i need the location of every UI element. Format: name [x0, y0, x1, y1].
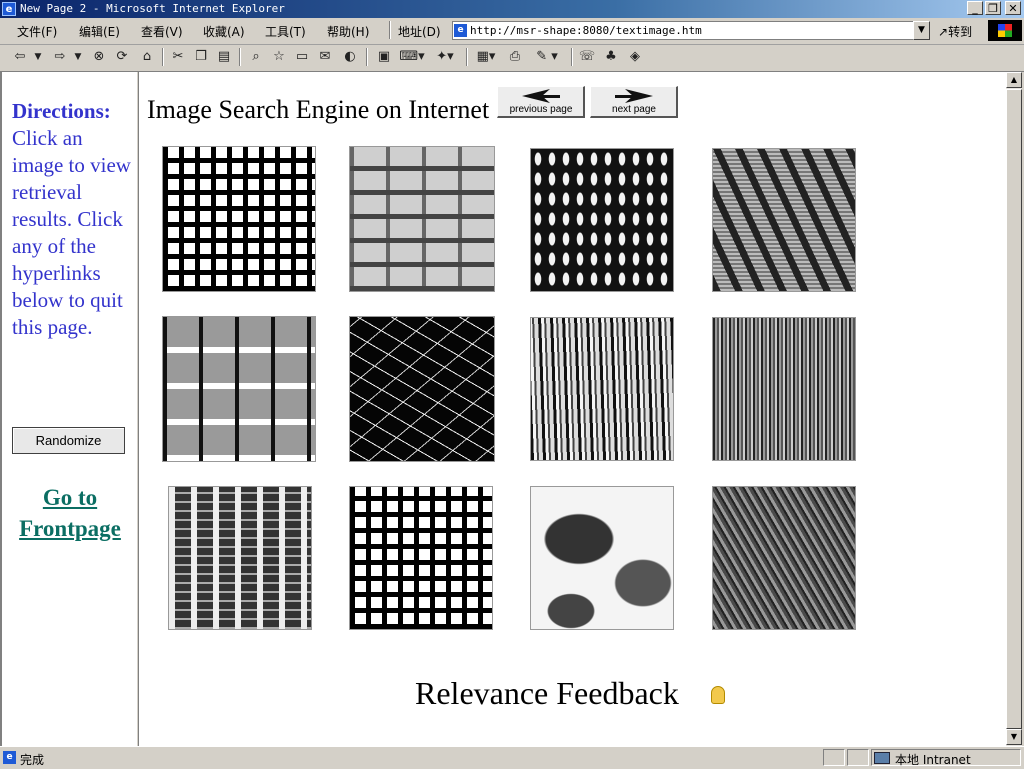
research-icon[interactable]: ◈ [625, 47, 645, 67]
relevance-feedback-link[interactable]: Relevance Feedback [415, 675, 679, 712]
windows-logo-throbber [988, 20, 1022, 41]
texture-thumbnail[interactable] [162, 146, 316, 292]
page-status-icon: e [3, 751, 16, 764]
menu-bar: 文件(F) 编辑(E) 查看(V) 收藏(A) 工具(T) 帮助(H) 地址(D… [0, 18, 1024, 45]
status-panel [823, 749, 845, 766]
go-arrow-icon: ↗ [938, 25, 949, 39]
address-label: 地址(D) [398, 25, 441, 39]
address-dropdown-button[interactable]: ▼ [913, 21, 930, 40]
address-input[interactable] [470, 22, 910, 39]
history-icon[interactable]: ▭ [292, 47, 312, 67]
page-icon: e [454, 24, 467, 37]
menu-file[interactable]: 文件(F) [17, 23, 57, 40]
status-text: 完成 [20, 753, 45, 767]
texture-thumbnail[interactable] [162, 316, 316, 462]
toolbar-separator [466, 48, 468, 66]
texture-thumbnail[interactable] [530, 148, 674, 292]
go-label: 转到 [948, 25, 973, 39]
stop-icon[interactable]: ⊗ [89, 47, 109, 67]
texture-thumbnail[interactable] [530, 486, 674, 630]
encoding-icon[interactable]: ⌨▾ [398, 47, 426, 67]
menu-tools[interactable]: 工具(T) [265, 23, 306, 40]
texture-thumbnail[interactable] [712, 148, 856, 292]
windows-logo-icon [998, 24, 1012, 37]
status-bar: e 完成 本地 Intranet [0, 746, 1024, 769]
media-icon[interactable]: ◐ [340, 47, 360, 67]
previous-page-button[interactable]: previous page [497, 86, 585, 118]
menu-view[interactable]: 查看(V) [141, 23, 183, 40]
language-icon[interactable]: ✦▾ [430, 47, 460, 67]
cut-icon[interactable]: ✂ [168, 47, 188, 67]
texture-thumbnail[interactable] [712, 317, 856, 461]
favorites-icon[interactable]: ☆ [269, 47, 289, 67]
search-icon[interactable]: ⌕ [246, 47, 266, 67]
menu-help[interactable]: 帮助(H) [327, 23, 369, 40]
scroll-thumb[interactable] [1006, 89, 1022, 729]
texture-thumbnail[interactable] [712, 486, 856, 630]
back-icon[interactable]: ⇦ [10, 47, 30, 67]
scroll-up-button[interactable]: ▲ [1006, 72, 1022, 88]
toolbar-separator [239, 48, 241, 66]
paste-icon[interactable]: ▤ [214, 47, 234, 67]
content-frame: Image Search Engine on Internet previous… [139, 72, 1005, 746]
print-icon[interactable]: ⎙ [505, 47, 525, 67]
menu-edit[interactable]: 编辑(E) [79, 23, 120, 40]
left-arrow-icon [522, 89, 560, 103]
next-page-label: next page [612, 104, 656, 115]
minimize-button[interactable]: _ [967, 1, 983, 15]
vertical-scrollbar[interactable]: ▲ ▼ [1005, 72, 1022, 746]
copy-icon[interactable]: ❐ [191, 47, 211, 67]
status-panel [847, 749, 869, 766]
texture-thumbnail[interactable] [530, 317, 674, 461]
toolbar-separator [366, 48, 368, 66]
feedback-figure-icon[interactable] [711, 686, 725, 704]
directions-text: Directions: Click an image to view retri… [12, 98, 136, 341]
forward-dropdown-icon[interactable]: ▼ [72, 47, 84, 67]
randomize-button[interactable]: Randomize [12, 427, 125, 454]
frontpage-link[interactable]: Go to Frontpage [6, 482, 134, 544]
directions-body: Click an image to view retrieval results… [12, 126, 131, 339]
texture-thumbnail[interactable] [349, 486, 493, 630]
scroll-down-button[interactable]: ▼ [1006, 729, 1022, 745]
texture-thumbnail[interactable] [349, 316, 495, 462]
page-title: Image Search Engine on Internet [147, 95, 490, 124]
title-bar: e New Page 2 - Microsoft Internet Explor… [0, 0, 1024, 18]
restore-button[interactable]: ❐ [985, 1, 1001, 15]
texture-thumbnail[interactable] [168, 486, 312, 630]
refresh-icon[interactable]: ⟳ [112, 47, 132, 67]
fullscreen-icon[interactable]: ▣ [373, 47, 395, 67]
mail-icon[interactable]: ✉ [315, 47, 335, 67]
address-bar[interactable]: e [452, 21, 930, 40]
forward-icon[interactable]: ⇨ [50, 47, 70, 67]
edit-page-icon[interactable]: ▦▾ [472, 47, 500, 67]
go-button[interactable]: ↗转到 [938, 23, 972, 40]
back-dropdown-icon[interactable]: ▼ [32, 47, 44, 67]
security-zone-text: 本地 Intranet [895, 753, 971, 767]
menu-favorites[interactable]: 收藏(A) [203, 23, 245, 40]
menu-separator [389, 21, 391, 39]
close-button[interactable]: ✕ [1005, 1, 1021, 15]
right-arrow-icon [615, 89, 653, 103]
directions-frame: Directions: Click an image to view retri… [0, 72, 136, 746]
toolbar-separator [571, 48, 573, 66]
standard-toolbar: ⇦ ▼ ⇨ ▼ ⊗ ⟳ ⌂ ✂ ❐ ▤ ⌕ ☆ ▭ ✉ ◐ ▣ ⌨▾ ✦▾ ▦▾… [0, 45, 1024, 72]
next-page-button[interactable]: next page [590, 86, 678, 118]
edit-icon[interactable]: ✎ ▾ [529, 47, 565, 67]
window-title: New Page 2 - Microsoft Internet Explorer [20, 2, 285, 15]
ie-logo-icon: e [2, 2, 16, 16]
discuss-icon[interactable]: ☏ [577, 47, 597, 67]
messenger-icon[interactable]: ♣ [601, 47, 621, 67]
intranet-zone-icon [874, 752, 890, 764]
home-icon[interactable]: ⌂ [136, 47, 158, 67]
toolbar-separator [162, 48, 164, 66]
directions-heading: Directions: [12, 99, 111, 123]
texture-thumbnail[interactable] [349, 146, 495, 292]
previous-page-label: previous page [509, 104, 573, 115]
